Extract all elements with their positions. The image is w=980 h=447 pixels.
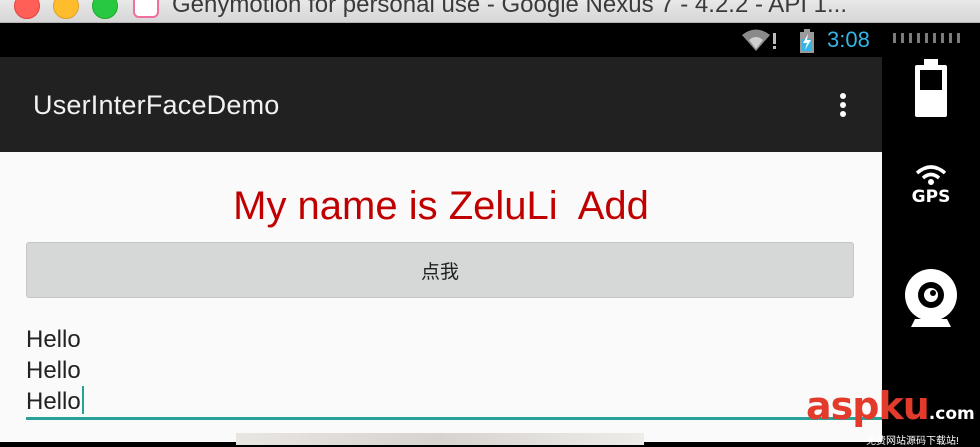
text-cursor	[81, 386, 84, 414]
click-me-button[interactable]: 点我	[26, 242, 854, 298]
wifi-icon	[742, 29, 776, 51]
gps-widget-button[interactable]: GPS	[882, 163, 980, 207]
overflow-menu-icon[interactable]	[838, 93, 848, 121]
gps-icon	[915, 165, 947, 185]
edit-text-line: Hello	[26, 357, 81, 384]
minimize-window-button[interactable]	[53, 0, 79, 19]
gps-label: GPS	[911, 187, 951, 207]
edit-text-line: Hello	[26, 386, 882, 417]
zoom-window-button[interactable]	[92, 0, 118, 19]
name-text-view: My name is ZeluLi Add	[233, 184, 649, 228]
app-title: UserInterFaceDemo	[33, 90, 280, 120]
battery-icon	[915, 59, 947, 117]
android-status-bar: 3:08	[0, 23, 882, 57]
action-bar: UserInterFaceDemo	[0, 57, 882, 152]
genymotion-app-icon	[133, 0, 159, 18]
battery-widget-button[interactable]	[882, 59, 980, 119]
webcam-icon	[905, 269, 957, 327]
window-title: Genymotion for personal use - Google Nex…	[172, 0, 848, 18]
activity-content: My name is ZeluLi Add 点我 Hello Hello Hel…	[0, 152, 882, 445]
image-view	[236, 433, 644, 445]
edit-text-line: Hello	[26, 326, 81, 353]
window-titlebar: Genymotion for personal use - Google Nex…	[0, 0, 980, 23]
watermark-logo: aspku.com	[806, 384, 975, 428]
toolbar-grip	[893, 33, 965, 43]
status-clock: 3:08	[827, 27, 870, 52]
watermark-tagline: 免费网站源码下载站!	[866, 436, 959, 447]
webcam-widget-button[interactable]	[882, 267, 980, 329]
battery-charging-icon	[800, 29, 814, 53]
hello-edit-text[interactable]: Hello Hello Hello	[26, 324, 882, 420]
aspku-watermark: aspku.com 免费网站源码下载站!	[806, 384, 980, 447]
genymotion-toolbar: GPS	[882, 23, 980, 442]
close-window-button[interactable]	[14, 0, 40, 19]
